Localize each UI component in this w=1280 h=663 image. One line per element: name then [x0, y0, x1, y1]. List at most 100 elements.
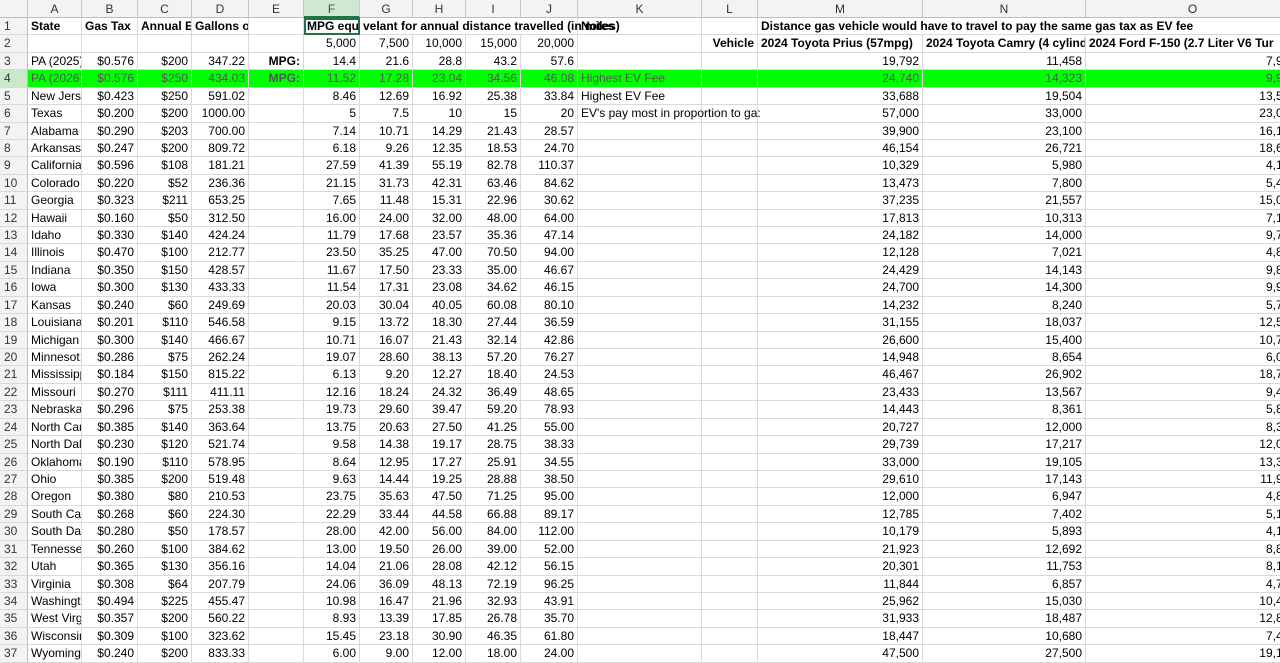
cell-d[interactable]: 809.72 — [192, 139, 249, 158]
cell-h[interactable]: 12.27 — [413, 366, 466, 384]
cell-n[interactable]: 5,980 — [923, 157, 1086, 175]
row-header[interactable]: 11 — [0, 192, 28, 210]
cell-a[interactable]: Minnesot: — [28, 349, 82, 367]
cell-e[interactable] — [249, 192, 304, 210]
cell-k[interactable] — [578, 279, 702, 297]
cell-f[interactable]: 6.18 — [304, 139, 360, 158]
cell-k[interactable] — [578, 627, 702, 646]
cell-m[interactable]: 29,610 — [758, 470, 923, 489]
row-header[interactable]: 37 — [0, 645, 28, 663]
cell-e[interactable] — [249, 610, 304, 628]
row-header[interactable]: 27 — [0, 470, 28, 489]
cell-e[interactable] — [249, 470, 304, 489]
cell-h[interactable]: 39.47 — [413, 401, 466, 419]
cell-e[interactable] — [249, 122, 304, 140]
cell-a[interactable]: Idaho — [28, 227, 82, 245]
cell-l[interactable] — [702, 523, 758, 541]
cell-n[interactable]: 10,680 — [923, 627, 1086, 646]
cell-n[interactable]: 26,721 — [923, 139, 1086, 158]
row-header[interactable]: 15 — [0, 261, 28, 280]
cell-l[interactable] — [702, 157, 758, 175]
cell-a[interactable]: Wisconsin — [28, 627, 82, 646]
cell-k[interactable] — [578, 192, 702, 210]
row-header[interactable]: 18 — [0, 314, 28, 332]
cell-n[interactable]: 23,100 — [923, 122, 1086, 140]
cell-g[interactable]: 23.18 — [360, 627, 413, 646]
cell-g[interactable]: 11.48 — [360, 192, 413, 210]
cell-o[interactable]: 13,593 — [1086, 88, 1280, 106]
cell-n[interactable]: 14,143 — [923, 261, 1086, 280]
cell-a[interactable]: Texas — [28, 105, 82, 123]
cell-o[interactable]: 18,623 — [1086, 140, 1280, 158]
cell-c[interactable]: $200 — [138, 139, 192, 158]
cell-j[interactable]: 46.08 — [521, 70, 578, 88]
header-f150[interactable]: 2024 Ford F-150 (2.7 Liter V6 Tur — [1086, 35, 1280, 53]
cell-b[interactable]: $0.596 — [82, 157, 138, 175]
cell-l[interactable] — [702, 610, 758, 628]
cell-n[interactable]: 17,217 — [923, 436, 1086, 454]
cell-o[interactable]: 9,456 — [1086, 384, 1280, 402]
cell-j[interactable]: 38.50 — [521, 470, 578, 489]
cell-k[interactable] — [578, 296, 702, 315]
header-gas-tax[interactable]: Gas Tax — [82, 18, 138, 36]
cell-d[interactable]: 178.57 — [192, 523, 249, 541]
cell-e[interactable] — [249, 488, 304, 506]
cell-f[interactable]: 13.75 — [304, 418, 360, 437]
cell-c[interactable]: $203 — [138, 122, 192, 140]
cell-d[interactable]: 262.24 — [192, 349, 249, 367]
cell-e[interactable] — [249, 418, 304, 437]
cell-c[interactable]: $200 — [138, 105, 192, 123]
cell-j[interactable]: 57.6 — [521, 52, 578, 71]
cell-f[interactable]: 8.93 — [304, 610, 360, 628]
cell-g[interactable]: 16.47 — [360, 592, 413, 611]
cell-g[interactable]: 30.04 — [360, 296, 413, 315]
cell-e[interactable] — [249, 244, 304, 262]
cell-b[interactable]: $0.357 — [82, 610, 138, 628]
cell-l[interactable] — [702, 592, 758, 611]
cell-n[interactable]: 12,692 — [923, 540, 1086, 559]
cell-l[interactable] — [702, 174, 758, 193]
cell-h[interactable]: 32.00 — [413, 209, 466, 228]
cell-n[interactable]: 27,500 — [923, 645, 1086, 663]
cell-m[interactable]: 10,329 — [758, 157, 923, 175]
cell-f[interactable]: 14.04 — [304, 558, 360, 576]
cell-k[interactable] — [578, 558, 702, 576]
cell-a[interactable]: Wyoming — [28, 645, 82, 663]
cell-k[interactable] — [578, 401, 702, 419]
cell-m[interactable]: 10,179 — [758, 523, 923, 541]
cell-l[interactable] — [702, 227, 758, 245]
cell-i[interactable]: 70.50 — [466, 244, 521, 262]
cell-h[interactable]: 24.32 — [413, 383, 466, 402]
cell-e[interactable] — [249, 139, 304, 158]
cell-j[interactable]: 89.17 — [521, 505, 578, 524]
cell-e[interactable] — [249, 383, 304, 402]
cell-i[interactable]: 25.91 — [466, 453, 521, 471]
cell-i[interactable]: 71.25 — [466, 488, 521, 506]
row-header[interactable]: 24 — [0, 418, 28, 437]
cell-l[interactable] — [702, 349, 758, 367]
cell-h[interactable]: 30.90 — [413, 627, 466, 646]
column-header-f[interactable]: F — [304, 0, 360, 18]
cell-h[interactable]: 17.85 — [413, 610, 466, 628]
cell-d[interactable]: 428.57 — [192, 261, 249, 280]
row-header[interactable]: 30 — [0, 523, 28, 541]
cell-a[interactable]: Oklahoma — [28, 453, 82, 471]
cell-g[interactable]: 20.63 — [360, 418, 413, 437]
cell-l[interactable] — [702, 296, 758, 315]
cell-k[interactable] — [578, 418, 702, 437]
cell-i[interactable]: 34.56 — [466, 70, 521, 88]
cell-o[interactable]: 11,948 — [1086, 471, 1280, 489]
cell-j[interactable]: 55.00 — [521, 418, 578, 437]
cell-e[interactable] — [249, 261, 304, 280]
row-header[interactable]: 4 — [0, 70, 28, 88]
cell-b[interactable]: $0.350 — [82, 261, 138, 280]
cell-o[interactable]: 10,733 — [1086, 332, 1280, 350]
cell-a[interactable]: Colorado — [28, 174, 82, 193]
cell-f[interactable]: 24.06 — [304, 575, 360, 593]
cell-g[interactable]: 12.95 — [360, 453, 413, 471]
cell-i[interactable]: 59.20 — [466, 401, 521, 419]
cell-c[interactable]: $150 — [138, 366, 192, 384]
cell-e[interactable] — [249, 401, 304, 419]
cell-f[interactable]: 10.71 — [304, 331, 360, 350]
cell-c[interactable]: $60 — [138, 505, 192, 524]
